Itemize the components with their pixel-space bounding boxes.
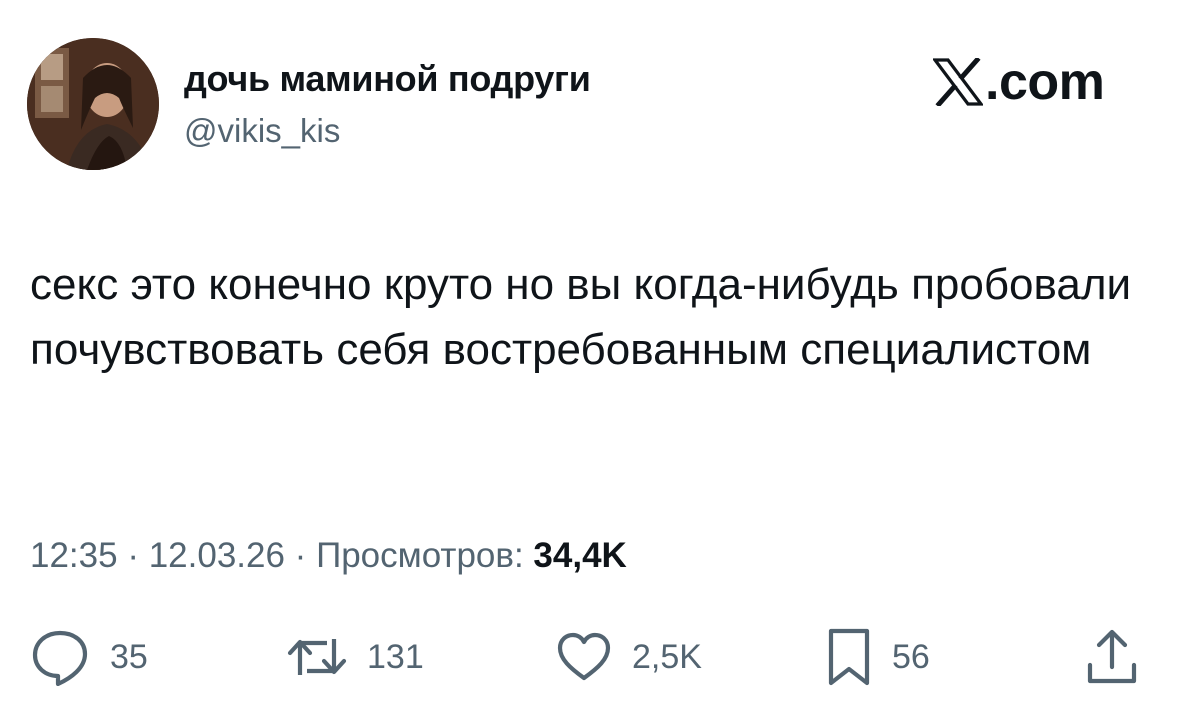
bookmark-button[interactable]: 56 [826, 625, 930, 689]
brand-domain: .com [985, 53, 1105, 111]
retweet-count: 131 [367, 637, 424, 676]
avatar-image [27, 38, 159, 170]
avatar[interactable] [27, 38, 159, 170]
reply-button[interactable]: 35 [30, 625, 148, 689]
meta-separator: · [284, 536, 317, 575]
reply-count: 35 [110, 637, 148, 676]
bookmark-icon [828, 628, 870, 686]
share-button[interactable] [1084, 625, 1140, 689]
brand-logo: .com [933, 52, 1105, 112]
share-icon [1087, 629, 1137, 684]
author-display-name[interactable]: дочь маминой подруги [184, 58, 591, 100]
tweet-date[interactable]: 12.03.26 [149, 536, 285, 575]
tweet-meta: 12:35 · 12.03.26 · Просмотров: 34,4K [30, 536, 627, 576]
x-logo-icon [933, 58, 983, 106]
retweet-button[interactable]: 131 [287, 625, 424, 689]
reply-icon [32, 630, 88, 686]
tweet-text: секс это конечно круто но вы когда-нибуд… [30, 260, 1132, 374]
views-label: Просмотров: [316, 536, 534, 575]
retweet-icon [287, 639, 347, 675]
like-count: 2,5K [632, 637, 702, 676]
views-count: 34,4K [533, 536, 627, 575]
author-handle[interactable]: @vikis_kis [184, 112, 340, 150]
tweet-time[interactable]: 12:35 [30, 536, 118, 575]
meta-separator: · [117, 536, 149, 575]
heart-icon [557, 632, 611, 681]
action-bar: 35 131 2,5K 56 [0, 625, 1179, 689]
like-button[interactable]: 2,5K [556, 625, 702, 689]
bookmark-count: 56 [892, 637, 930, 676]
